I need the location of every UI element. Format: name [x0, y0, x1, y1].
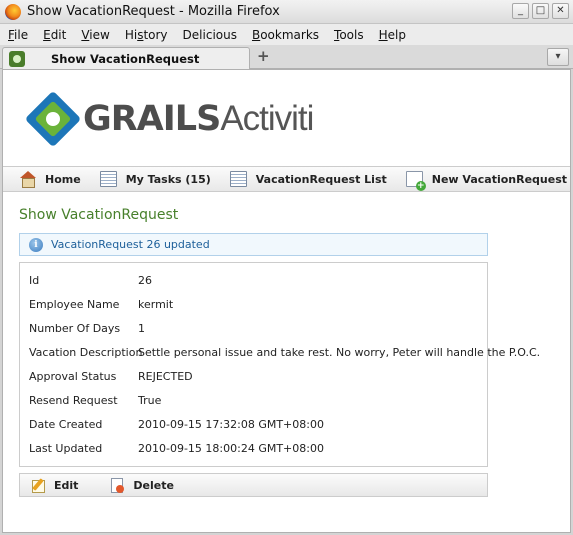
edit-icon: [30, 477, 46, 493]
tab-show-vacation-request[interactable]: Show VacationRequest: [2, 47, 250, 69]
property-row-resend-request: Resend Request True: [29, 393, 162, 407]
property-row-vacation-description: Vacation Description Settle personal iss…: [29, 345, 541, 359]
property-row-id: Id 26: [29, 273, 152, 287]
close-button[interactable]: ✕: [552, 3, 569, 19]
property-row-employee-name: Employee Name kermit: [29, 297, 174, 311]
tab-label: Show VacationRequest: [51, 51, 200, 66]
grails-activiti-logo-icon: [24, 90, 82, 148]
delete-button[interactable]: Delete: [109, 477, 174, 493]
menu-view[interactable]: View: [73, 28, 116, 42]
firefox-logo-icon: [5, 3, 21, 20]
menu-bar: File Edit View History Delicious Bookmar…: [0, 24, 573, 45]
page-title: Show VacationRequest: [19, 207, 179, 223]
maximize-button[interactable]: □: [532, 3, 549, 19]
status-message: i VacationRequest 26 updated: [19, 233, 488, 256]
home-icon: [19, 171, 36, 188]
delete-icon: [109, 477, 125, 493]
menu-help[interactable]: Help: [371, 28, 413, 42]
nav-bar: Home My Tasks (15) VacationRequest List …: [3, 166, 570, 192]
property-row-number-of-days: Number Of Days 1: [29, 321, 145, 335]
nav-home[interactable]: Home: [19, 171, 81, 188]
list-all-tabs-icon: ▾: [555, 51, 561, 62]
window-title: Show VacationRequest - Mozilla Firefox: [27, 4, 280, 19]
new-tab-button[interactable]: +: [257, 47, 270, 65]
action-buttons: Edit Delete: [19, 473, 488, 497]
menu-history[interactable]: History: [117, 28, 175, 42]
title-bar: Show VacationRequest - Mozilla Firefox _…: [0, 0, 573, 24]
status-message-text: VacationRequest 26 updated: [51, 238, 210, 251]
nav-vacation-request-list[interactable]: VacationRequest List: [229, 171, 387, 187]
nav-new-vacation-request[interactable]: New VacationRequest: [405, 171, 567, 191]
property-row-date-created: Date Created 2010-09-15 17:32:08 GMT+08:…: [29, 417, 324, 431]
grails-activiti-logo[interactable]: GRAILSActiviti: [24, 90, 314, 148]
info-icon: i: [29, 237, 43, 252]
list-icon: [229, 171, 247, 187]
property-row-approval-status: Approval Status REJECTED: [29, 369, 193, 383]
page-viewport: GRAILSActiviti Home My Tasks (15) Vacati…: [2, 69, 571, 533]
add-document-icon: [405, 171, 426, 191]
minimize-button[interactable]: _: [512, 3, 529, 19]
logo-wordmark: GRAILSActiviti: [83, 99, 314, 139]
menu-delicious[interactable]: Delicious: [175, 28, 244, 42]
tab-list-button[interactable]: ▾: [547, 48, 569, 66]
menu-tools[interactable]: Tools: [326, 28, 371, 42]
menu-file[interactable]: File: [0, 28, 35, 42]
nav-my-tasks[interactable]: My Tasks (15): [99, 171, 211, 187]
task-list-icon: [99, 171, 117, 187]
menu-bookmarks[interactable]: Bookmarks: [244, 28, 326, 42]
window-controls: _ □ ✕: [512, 3, 569, 19]
edit-button[interactable]: Edit: [30, 477, 78, 493]
grails-favicon-icon: [9, 50, 25, 67]
property-list: Id 26 Employee Name kermit Number Of Day…: [19, 262, 541, 467]
property-row-last-updated: Last Updated 2010-09-15 18:00:24 GMT+08:…: [29, 441, 324, 455]
tab-bar: Show VacationRequest + ▾: [0, 45, 573, 69]
menu-edit[interactable]: Edit: [35, 28, 73, 42]
